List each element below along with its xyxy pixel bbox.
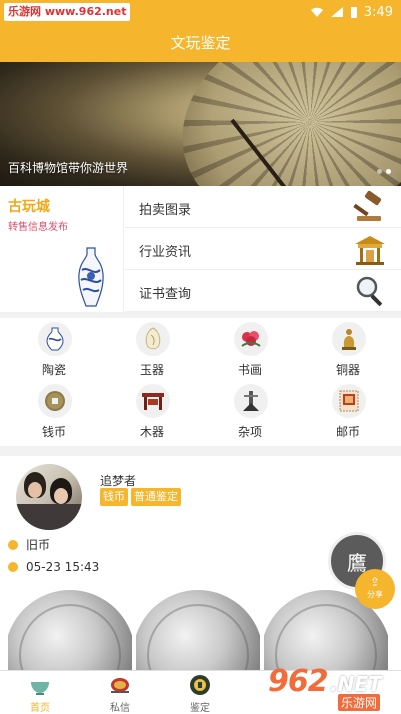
tag-badge: 钱币 <box>100 488 128 506</box>
menu-industry-news[interactable]: 行业资讯 <box>125 228 401 270</box>
avatar-face-2 <box>54 488 68 504</box>
category-woodwork[interactable]: 木器 <box>102 382 202 444</box>
market-section: 古玩城 转售信息发布 拍卖图录 行业资讯 证书查询 <box>0 186 401 312</box>
category-label: 杂项 <box>237 425 262 439</box>
porcelain-vase-icon <box>38 322 72 356</box>
misc-icon <box>234 384 268 418</box>
category-painting[interactable]: 书画 <box>200 320 300 382</box>
banner-carousel[interactable]: 百科博物馆带你游世界 <box>0 62 401 186</box>
coin-icon <box>38 384 72 418</box>
menu-auction-catalog[interactable]: 拍卖图录 <box>125 186 401 228</box>
category-coins[interactable]: 钱币 <box>4 382 104 444</box>
post-category-text: 旧币 <box>26 538 51 552</box>
watermark-label: 乐游网 www.962.net <box>4 3 131 21</box>
antique-market-card[interactable]: 古玩城 转售信息发布 <box>0 186 124 312</box>
banner-image-compass <box>155 62 401 186</box>
post-photo-1[interactable] <box>8 584 132 670</box>
home-bowl-icon <box>31 682 49 695</box>
nav-label: 私信 <box>110 703 130 714</box>
site-watermark-logo: 962 .NET 乐游网 <box>268 664 398 712</box>
battery-icon <box>350 7 357 18</box>
category-label: 玉器 <box>139 363 164 377</box>
nav-appraise[interactable]: 鉴定 <box>160 671 240 714</box>
category-label: 邮币 <box>335 425 360 439</box>
share-label: 分享 <box>367 590 383 599</box>
appraise-seal-icon <box>190 675 210 695</box>
nav-home[interactable]: 首页 <box>0 671 80 714</box>
app-screen: 乐游网 www.962.net 3:49 文玩鉴定 百科博物馆带你游世界 古玩城… <box>0 0 401 714</box>
menu-certificate-query[interactable]: 证书查询 <box>125 270 401 312</box>
carousel-indicator <box>377 169 391 174</box>
logo-site-name: 乐游网 <box>338 694 381 711</box>
market-title: 古玩城 <box>8 199 50 215</box>
silver-coin-image <box>136 590 260 670</box>
post-category: 旧币 <box>8 536 50 553</box>
post-time: 05-23 15:43 <box>8 560 99 574</box>
avatar-face-1 <box>28 482 42 498</box>
category-label: 陶瓷 <box>41 363 66 377</box>
magnifier-icon <box>356 276 382 306</box>
nav-label: 鉴定 <box>190 703 210 714</box>
category-label: 钱币 <box>41 425 66 439</box>
signal-icon <box>330 7 343 17</box>
bullet-dot <box>8 562 18 572</box>
avatar-clothing <box>16 504 82 530</box>
category-miscellaneous[interactable]: 杂项 <box>200 382 300 444</box>
nav-label: 首页 <box>30 703 50 714</box>
carousel-dot <box>377 169 382 174</box>
title-bar: 文玩鉴定 <box>0 24 401 62</box>
category-stamps[interactable]: 邮币 <box>298 382 398 444</box>
wood-furniture-icon <box>136 384 170 418</box>
post-tags: 钱币 普通鉴定 <box>100 488 181 506</box>
nav-messages[interactable]: 私信 <box>80 671 160 714</box>
blue-white-vase-icon <box>78 247 104 307</box>
market-subtitle: 转售信息发布 <box>8 222 68 233</box>
banner-caption: 百科博物馆带你游世界 <box>8 161 129 175</box>
share-button[interactable]: ⇪ 分享 <box>355 569 395 609</box>
page-title: 文玩鉴定 <box>170 34 231 52</box>
jade-icon <box>136 322 170 356</box>
painting-icon <box>234 322 268 356</box>
post-username[interactable]: 追梦者 <box>100 472 136 489</box>
avatar[interactable] <box>16 464 82 530</box>
share-icon: ⇪ <box>369 575 381 589</box>
pavilion-icon <box>355 236 385 265</box>
category-ceramics[interactable]: 陶瓷 <box>4 320 104 382</box>
logo-number: 962 <box>268 664 329 699</box>
menu-label: 行业资讯 <box>139 245 192 260</box>
wifi-icon <box>310 7 323 17</box>
category-grid: 陶瓷 玉器 书画 铜器 钱币 木器 杂项 邮币 <box>0 318 401 446</box>
category-jade[interactable]: 玉器 <box>102 320 202 382</box>
status-icons: 3:49 <box>310 3 393 21</box>
category-label: 书画 <box>237 363 262 377</box>
message-drum-icon <box>111 678 129 693</box>
carousel-dot-active <box>386 169 391 174</box>
category-bronze[interactable]: 铜器 <box>298 320 398 382</box>
logo-domain: .NET <box>330 672 382 696</box>
post-photo-2[interactable] <box>136 584 260 670</box>
category-label: 铜器 <box>335 363 360 377</box>
menu-label: 证书查询 <box>139 287 192 302</box>
bullet-dot <box>8 539 18 550</box>
category-label: 木器 <box>139 425 164 439</box>
tag-badge: 普通鉴定 <box>131 488 181 506</box>
gavel-icon <box>353 190 382 221</box>
clock: 3:49 <box>363 4 393 20</box>
post-time-text: 05-23 15:43 <box>26 560 100 574</box>
stamp-icon <box>332 384 366 418</box>
bronze-statue-icon <box>332 322 366 356</box>
silver-coin-image <box>8 590 132 670</box>
menu-label: 拍卖图录 <box>139 203 192 218</box>
status-bar: 乐游网 www.962.net 3:49 <box>0 0 401 24</box>
